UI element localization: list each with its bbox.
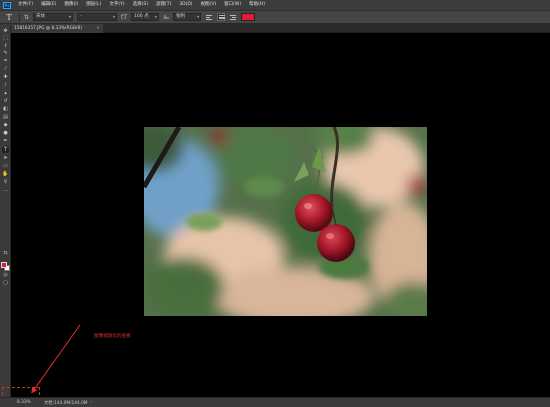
menu-help[interactable]: 帮助(H) <box>245 0 269 10</box>
menu-image[interactable]: 图像(I) <box>60 0 82 10</box>
menu-file[interactable]: 文件(F) <box>14 0 37 10</box>
stamp-tool-icon[interactable]: ▴ <box>2 90 9 96</box>
history-brush-tool-icon[interactable]: ↺ <box>2 98 9 104</box>
swap-colors-icon[interactable]: ⇆ <box>2 250 9 256</box>
type-tool-icon[interactable]: T <box>2 147 9 153</box>
healing-tool-icon[interactable]: ✚ <box>2 74 9 80</box>
quick-mask-icon[interactable]: ◎ <box>2 272 9 278</box>
chevron-down-icon: ▾ <box>197 14 200 19</box>
marquee-tool-icon[interactable]: ⬚ <box>2 35 9 41</box>
photoshop-logo-icon: Ps <box>3 1 11 9</box>
menu-bar: Ps 文件(F) 编辑(E) 图像(I) 图层(L) 文字(Y) 选择(S) 滤… <box>0 0 550 10</box>
document-size-info: 文档:144.0M/144.0M <box>44 400 88 406</box>
font-size-icon: tT <box>121 13 128 21</box>
eraser-tool-icon[interactable]: ◧ <box>2 106 9 112</box>
foreground-color-swatch[interactable] <box>1 262 7 268</box>
separator <box>19 12 20 22</box>
canvas-area[interactable] <box>11 33 550 397</box>
type-tool-preset-icon[interactable]: T <box>3 12 15 22</box>
menu-edit[interactable]: 编辑(E) <box>37 0 60 10</box>
screen-mode-icon[interactable]: ▢ <box>2 280 9 286</box>
chevron-down-icon: ▾ <box>155 14 158 19</box>
gradient-tool-icon[interactable]: ▤ <box>2 114 9 120</box>
more-tools-icon[interactable]: … <box>2 187 9 193</box>
toolbox: ✥ ⬚ ℓ ✎ ⌗ ⁄ ✚ ∕ ▴ ↺ ◧ ▤ ◆ ● ✒ T ➤ ▭ ✋ ⚲ … ⇆ ◎ ▢ <box>0 24 11 397</box>
font-size-select[interactable]: 100 点 ▾ <box>131 13 160 21</box>
align-center-button[interactable] <box>217 13 226 21</box>
dodge-tool-icon[interactable]: ● <box>2 130 9 136</box>
menu-select[interactable]: 选择(S) <box>129 0 152 10</box>
quick-select-tool-icon[interactable]: ✎ <box>2 50 9 56</box>
font-family-select[interactable]: 宋体 ▾ <box>33 13 74 21</box>
berries-photo-image <box>144 127 427 316</box>
eyedropper-tool-icon[interactable]: ⁄ <box>2 66 9 72</box>
text-orientation-icon[interactable]: ⇅ <box>24 14 29 21</box>
align-left-button[interactable] <box>205 13 213 21</box>
font-style-select[interactable]: - ▾ <box>77 13 118 21</box>
blur-tool-icon[interactable]: ◆ <box>2 122 9 128</box>
zoom-tool-icon[interactable]: ⚲ <box>2 179 9 185</box>
menu-window[interactable]: 窗口(W) <box>220 0 245 10</box>
annotation-label: 图像缩放比的查看 <box>94 334 131 339</box>
chevron-right-icon[interactable]: › <box>88 400 93 405</box>
document-tab-label: 15816357.JPG @ 8.33%(RGB/8) <box>14 26 82 31</box>
antialias-icon: aₐ <box>163 13 170 21</box>
status-bar: 8.33% 文档:144.0M/144.0M › <box>0 397 550 407</box>
shape-tool-icon[interactable]: ▭ <box>2 163 9 169</box>
pen-tool-icon[interactable]: ✒ <box>2 138 9 144</box>
document-tab-bar: 15816357.JPG @ 8.33%(RGB/8) × <box>11 24 550 33</box>
text-color-swatch[interactable] <box>241 13 256 21</box>
antialias-value: 锐利 <box>176 14 186 19</box>
menu-3d[interactable]: 3D(D) <box>175 0 196 10</box>
chevron-down-icon: ▾ <box>113 14 116 19</box>
menu-layer[interactable]: 图层(L) <box>82 0 105 10</box>
crop-tool-icon[interactable]: ⌗ <box>2 58 9 64</box>
menu-type[interactable]: 文字(Y) <box>105 0 128 10</box>
font-family-value: 宋体 <box>36 14 46 19</box>
hand-tool-icon[interactable]: ✋ <box>2 171 9 177</box>
zoom-level[interactable]: 8.33% <box>0 400 32 405</box>
path-select-tool-icon[interactable]: ➤ <box>2 155 9 161</box>
chevron-down-icon: ▾ <box>69 14 72 19</box>
document-tab[interactable]: 15816357.JPG @ 8.33%(RGB/8) × <box>11 24 103 33</box>
font-size-value: 100 点 <box>134 14 149 19</box>
menu-view[interactable]: 视图(V) <box>197 0 221 10</box>
brush-tool-icon[interactable]: ∕ <box>2 82 9 88</box>
document-photo <box>144 127 427 316</box>
close-icon[interactable]: × <box>96 24 100 33</box>
lasso-tool-icon[interactable]: ℓ <box>2 43 9 49</box>
menu-filter[interactable]: 滤镜(T) <box>152 0 175 10</box>
align-right-button[interactable] <box>229 13 237 21</box>
font-style-value: - <box>80 14 82 19</box>
antialias-select[interactable]: 锐利 ▾ <box>173 13 202 21</box>
move-tool-icon[interactable]: ✥ <box>2 28 9 34</box>
options-bar: T ⇅ 宋体 ▾ - ▾ tT 100 点 ▾ aₐ 锐利 ▾ <box>0 10 550 24</box>
